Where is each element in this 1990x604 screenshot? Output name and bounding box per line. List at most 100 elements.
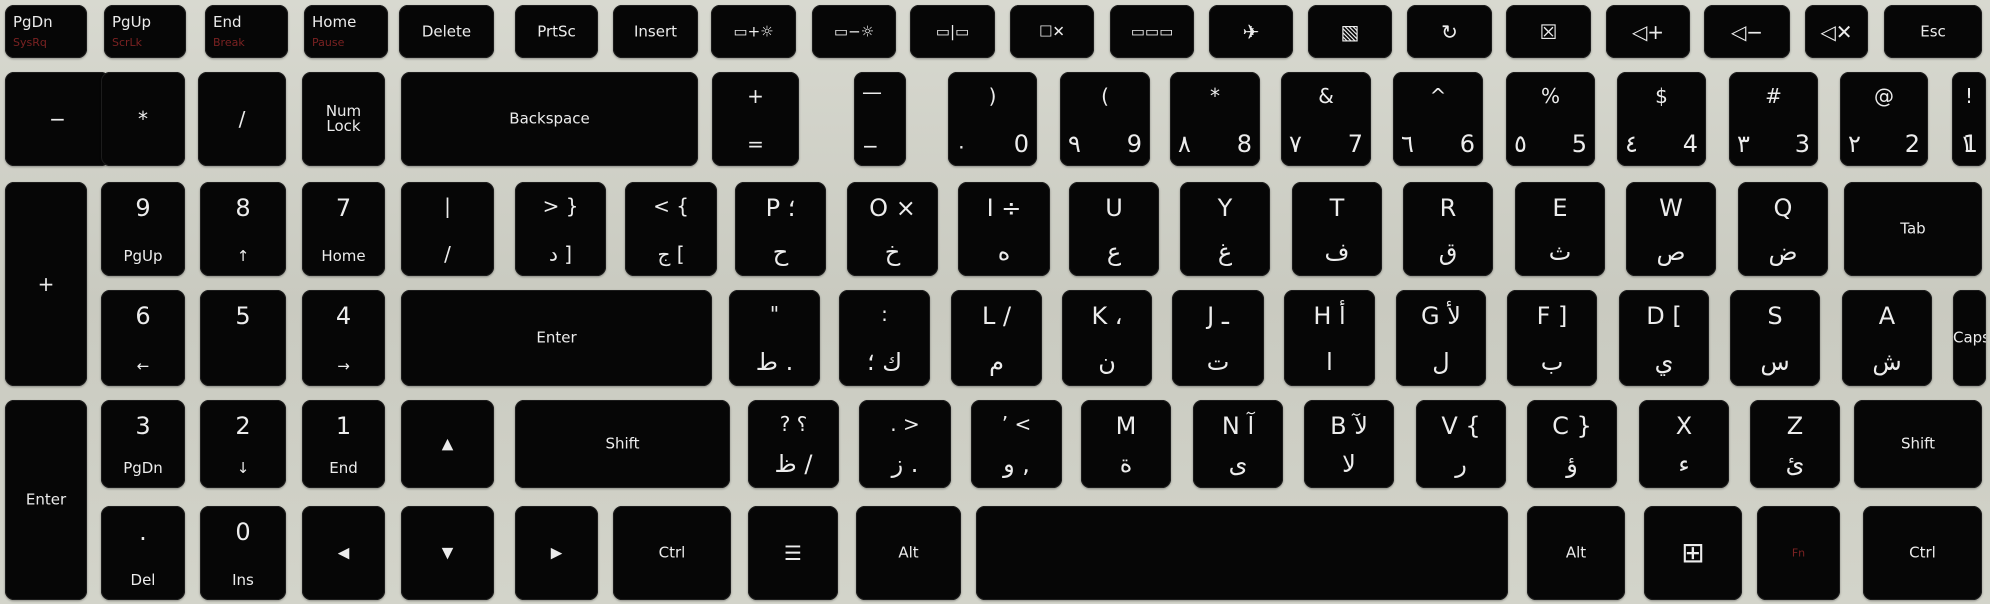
key-fn-key[interactable]: Fn (1757, 506, 1840, 600)
key-key-z[interactable]: Zئ (1750, 400, 1840, 488)
key-capslock[interactable]: CapsLk (1953, 290, 1986, 386)
key-num-3[interactable]: 3 PgDn (101, 400, 185, 488)
key-digit-1[interactable]: ! ١ 1 (1952, 72, 1986, 166)
key-digit-2[interactable]: @٢ 2 (1840, 72, 1928, 166)
key-key-n[interactable]: N آ ى (1193, 400, 1283, 488)
key-num-9[interactable]: 9 PgUp (101, 182, 185, 276)
key-f12[interactable]: ▭+☼ (711, 5, 796, 58)
key-key-i[interactable]: I ÷ ه (958, 182, 1050, 276)
key-key-a[interactable]: Aش (1842, 290, 1932, 386)
key-f8[interactable]: ▭▭▭ (1110, 5, 1194, 58)
key-key-j[interactable]: J ـ ت (1172, 290, 1264, 386)
key-key-r[interactable]: Rق (1403, 182, 1493, 276)
key-digit-4[interactable]: $٤ 4 (1617, 72, 1706, 166)
key-key-x[interactable]: Xء (1639, 400, 1729, 488)
key-key-d[interactable]: D [ي (1619, 290, 1709, 386)
key-bracket-left[interactable]: < {ج [ (625, 182, 717, 276)
key-alt-right[interactable]: Alt (856, 506, 961, 600)
key-digit-7[interactable]: & ٧ 7 (1281, 72, 1371, 166)
key-key-e[interactable]: Eث (1515, 182, 1605, 276)
key-num-0[interactable]: 0 Ins (200, 506, 286, 600)
key-arrow-right[interactable]: ▶ (515, 506, 598, 600)
key-ctrl-right[interactable]: Ctrl (613, 506, 731, 600)
key-end-break[interactable]: End Break (205, 5, 288, 58)
key-windows-key[interactable]: ⊞ (1644, 506, 1742, 600)
key-arrow-down[interactable]: ▼ (401, 506, 494, 600)
key-num-plus[interactable]: + (5, 182, 87, 386)
key-key-s[interactable]: Sس (1730, 290, 1820, 386)
key-key-o[interactable]: O × خ (847, 182, 938, 276)
key-enter-main[interactable]: Enter (401, 290, 712, 386)
key-key-h[interactable]: H أ ا (1284, 290, 1375, 386)
key-key-v[interactable]: V {ر (1416, 400, 1506, 488)
key-pgup-scrlk[interactable]: PgUp ScrLk (104, 5, 186, 58)
key-prtsc[interactable]: PrtSc (515, 5, 598, 58)
key-backspace[interactable]: Backspace (401, 72, 698, 166)
key-space[interactable] (976, 506, 1508, 600)
key-alt-left[interactable]: Alt (1527, 506, 1625, 600)
key-minus[interactable]: — − (854, 72, 906, 166)
key-arrow-up[interactable]: ▲ (401, 400, 494, 488)
key-bracket-right[interactable]: > } د ] (515, 182, 606, 276)
key-num-decimal[interactable]: . Del (101, 506, 185, 600)
key-home-pause[interactable]: Home Pause (304, 5, 388, 58)
key-key-u[interactable]: Uع (1069, 182, 1159, 276)
key-f1[interactable]: ◁✕ (1805, 5, 1868, 58)
key-key-y[interactable]: Yغ (1180, 182, 1270, 276)
key-num-2[interactable]: 2 ↓ (200, 400, 286, 488)
key-f7[interactable]: ✈ (1209, 5, 1293, 58)
key-ctrl-left[interactable]: Ctrl (1863, 506, 1982, 600)
key-key-t[interactable]: Tف (1292, 182, 1382, 276)
key-slash[interactable]: ? ؟ ظ / (748, 400, 839, 488)
key-key-m[interactable]: Mة (1081, 400, 1171, 488)
key-pgdn-sysrq[interactable]: PgDn SysRq (5, 5, 87, 58)
key-f10[interactable]: ▭|▭ (910, 5, 995, 58)
key-key-k[interactable]: K ، ن (1062, 290, 1152, 386)
key-num-6[interactable]: 6 ← (101, 290, 185, 386)
key-num-1[interactable]: 1 End (302, 400, 385, 488)
key-digit-0[interactable]: ) ٠ 0 (948, 72, 1037, 166)
key-menu-key[interactable]: ☰ (748, 506, 838, 600)
key-num-7[interactable]: 7 Home (302, 182, 385, 276)
key-f4[interactable]: ☒ (1506, 5, 1591, 58)
key-num-divide[interactable]: / (198, 72, 286, 166)
key-f5[interactable]: ↻ (1407, 5, 1492, 58)
key-digit-5[interactable]: % ٥ 5 (1506, 72, 1595, 166)
key-f11[interactable]: ▭−☼ (812, 5, 896, 58)
key-f3[interactable]: ◁+ (1606, 5, 1690, 58)
key-key-g[interactable]: G لأ ل (1396, 290, 1486, 386)
key-key-c[interactable]: C } ؤ (1527, 400, 1617, 488)
key-quote[interactable]: " ط . (729, 290, 820, 386)
key-key-b[interactable]: B لآ لا (1304, 400, 1394, 488)
key-f2[interactable]: ◁− (1704, 5, 1790, 58)
key-comma[interactable]: ’ < و , (971, 400, 1062, 488)
key-key-f[interactable]: F ] ب (1507, 290, 1597, 386)
key-insert[interactable]: Insert (613, 5, 698, 58)
key-semicolon[interactable]: : ك ؛ (839, 290, 930, 386)
key-equals[interactable]: + = (712, 72, 799, 166)
key-arrow-left[interactable]: ◀ (302, 506, 385, 600)
key-shift-right[interactable]: Shift (515, 400, 730, 488)
key-digit-8[interactable]: * ٨ 8 (1170, 72, 1260, 166)
key-shift-left[interactable]: Shift (1854, 400, 1982, 488)
key-digit-3[interactable]: #٣ 3 (1729, 72, 1818, 166)
key-key-q[interactable]: Qض (1738, 182, 1828, 276)
key-key-l[interactable]: L / م (951, 290, 1042, 386)
key-num-multiply[interactable]: * (101, 72, 185, 166)
key-delete[interactable]: Delete (399, 5, 494, 58)
key-period[interactable]: . > ز . (859, 400, 951, 488)
key-backslash[interactable]: | / (401, 182, 494, 276)
key-num-lock[interactable]: Num Lock (302, 72, 385, 166)
key-esc[interactable]: Esc (1884, 5, 1982, 58)
key-num-enter[interactable]: Enter (5, 400, 87, 600)
key-key-p[interactable]: P ؛ ح (735, 182, 826, 276)
key-digit-9[interactable]: (٩ 9 (1060, 72, 1150, 166)
key-f6[interactable]: ▧ (1308, 5, 1392, 58)
key-num-4[interactable]: 4 → (302, 290, 385, 386)
key-key-w[interactable]: Wص (1626, 182, 1716, 276)
key-digit-6[interactable]: ^ ٦ 6 (1393, 72, 1483, 166)
key-tab[interactable]: Tab (1844, 182, 1982, 276)
key-num-minus[interactable]: − (5, 72, 110, 166)
key-f9[interactable]: ☐✕ (1010, 5, 1094, 58)
key-num-8[interactable]: 8 ↑ (200, 182, 286, 276)
